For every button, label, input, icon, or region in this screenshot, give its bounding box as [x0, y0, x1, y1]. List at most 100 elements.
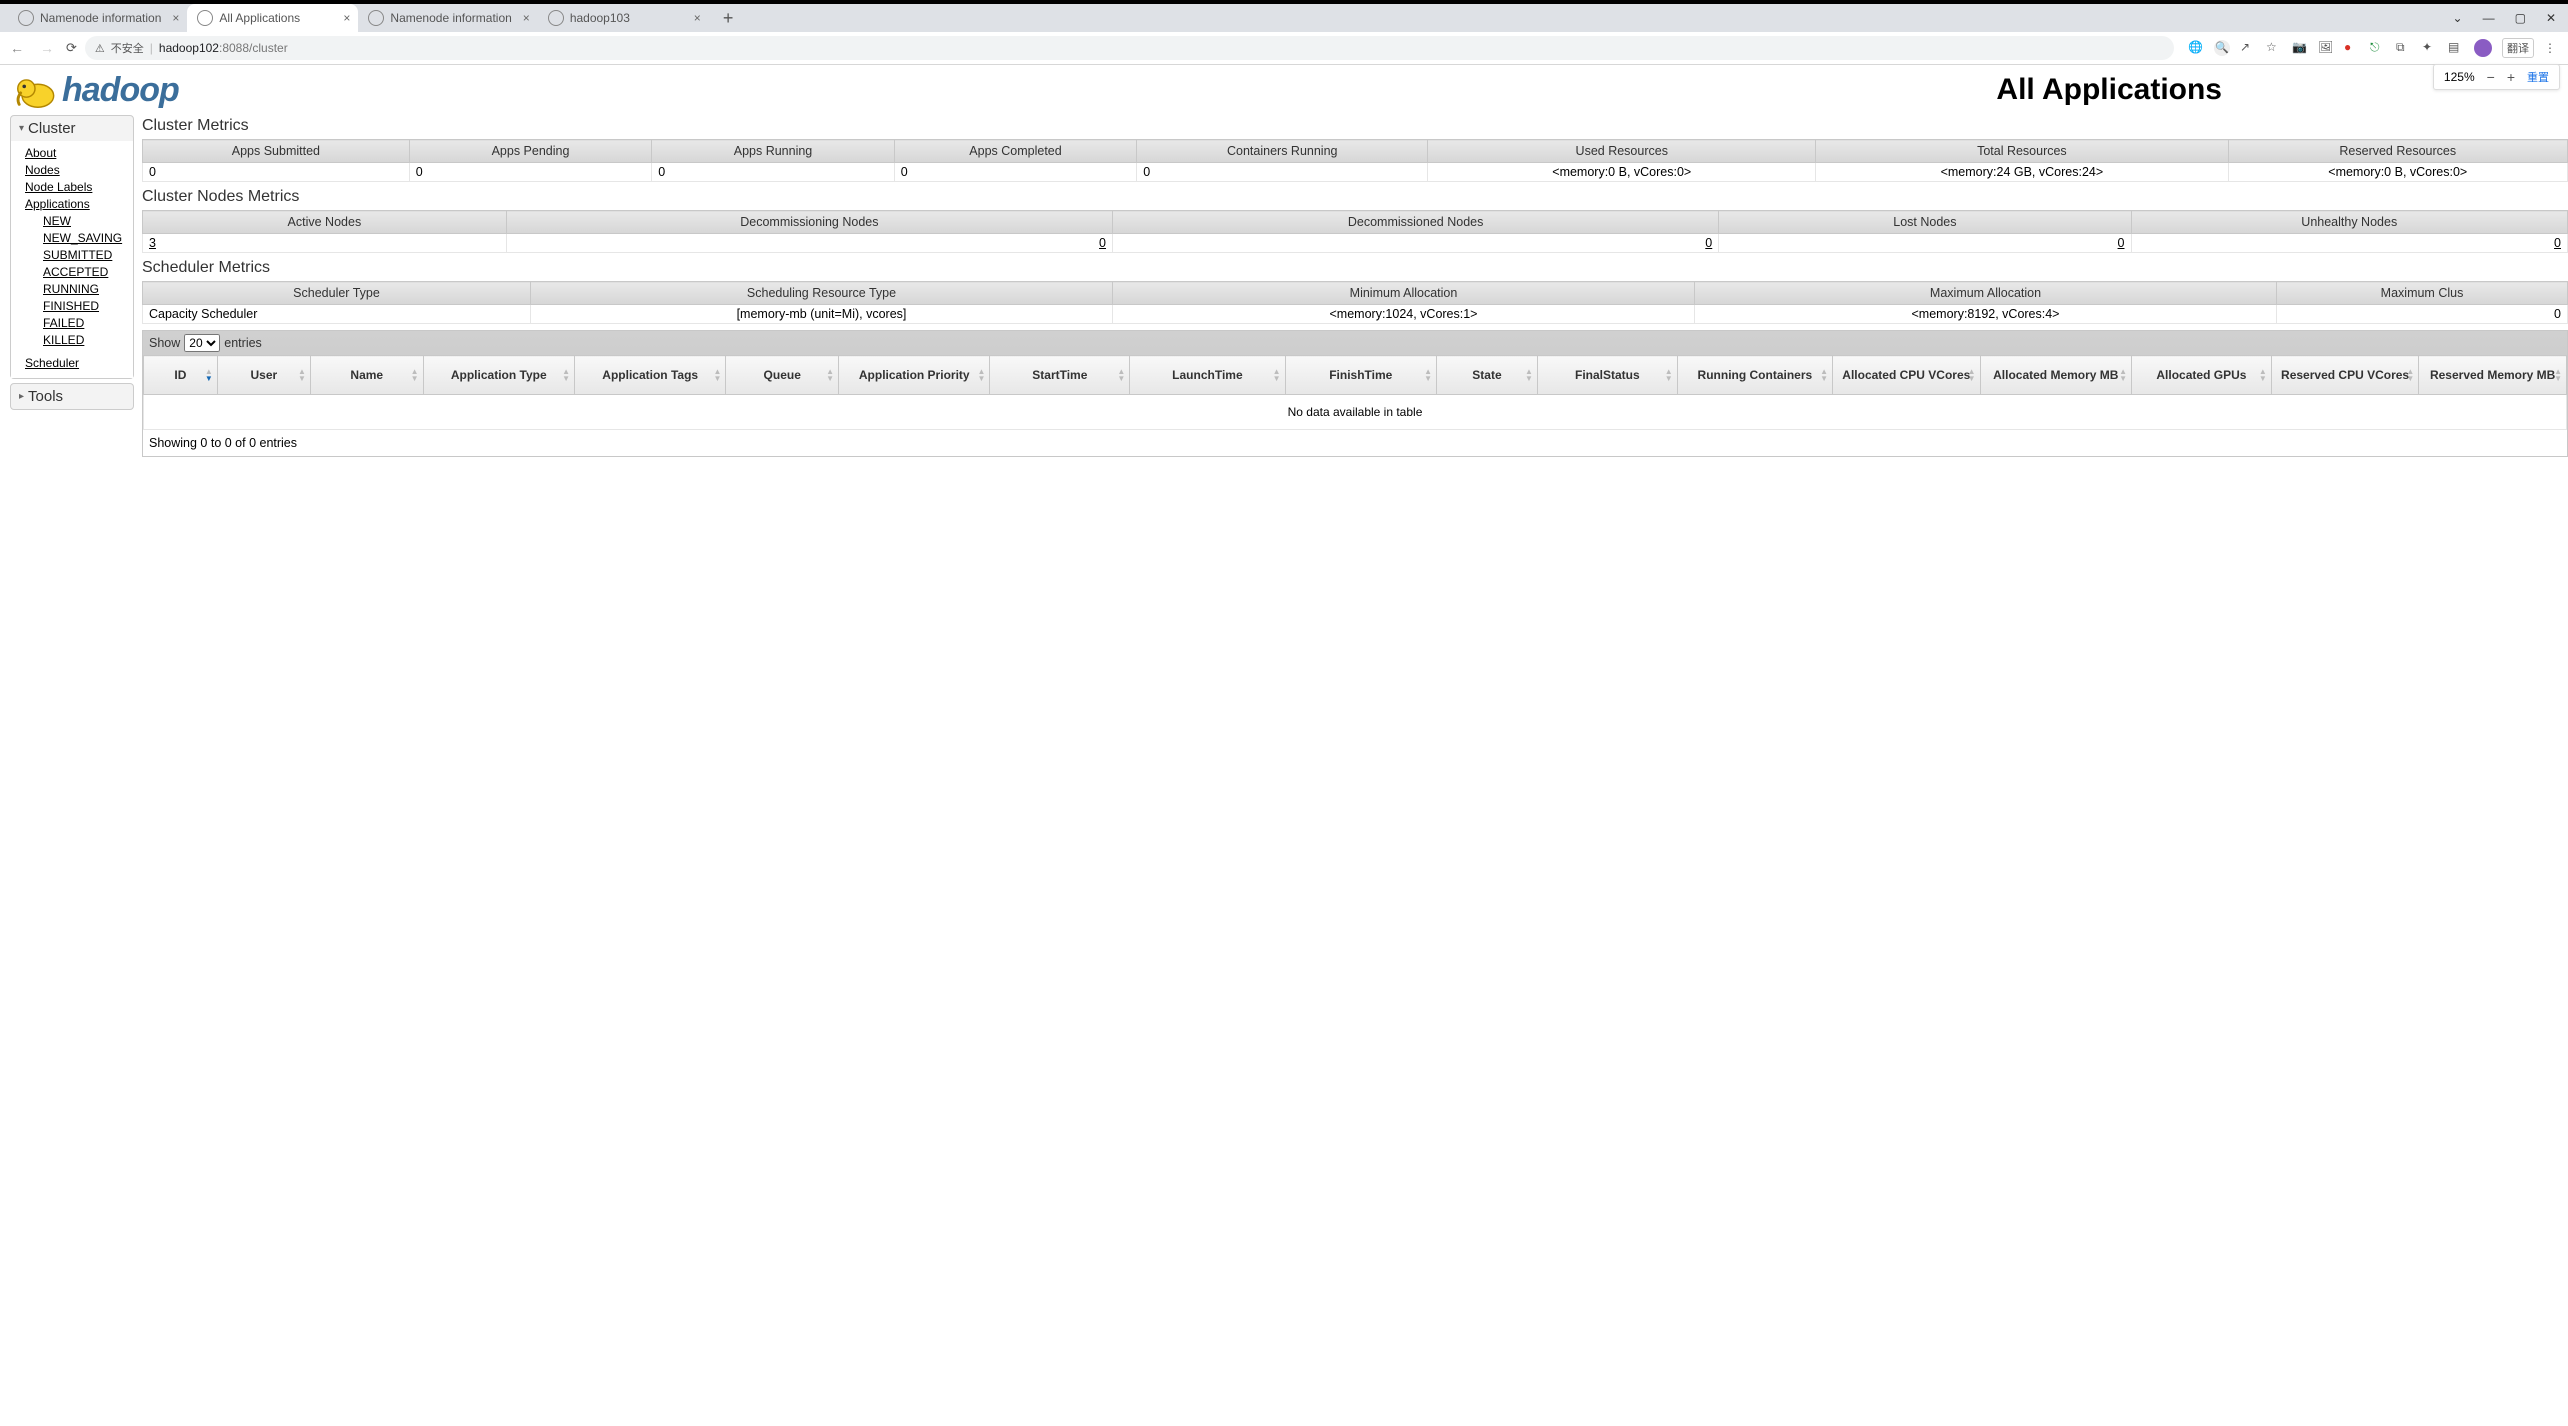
url-rest: :8088/cluster [219, 41, 288, 55]
th-alloc-gpus[interactable]: Allocated GPUs▲▼ [2132, 356, 2272, 395]
th-max-alloc[interactable]: Maximum Allocation [1695, 282, 2277, 305]
window-more-icon[interactable]: ⌄ [2453, 11, 2463, 25]
address-bar[interactable]: ⚠ 不安全 | hadoop102:8088/cluster [85, 36, 2174, 60]
th-alloc-cpu[interactable]: Allocated CPU VCores▲▼ [1833, 356, 1981, 395]
camera-icon[interactable]: 📷 [2292, 40, 2308, 56]
th-total-resources[interactable]: Total Resources [1816, 140, 2228, 163]
sidebar-state-killed[interactable]: KILLED [43, 333, 84, 347]
cell-decommissioned[interactable]: 0 [1113, 234, 1719, 253]
profile-avatar[interactable] [2474, 39, 2492, 57]
panel-header-cluster[interactable]: ▾ Cluster [11, 116, 133, 141]
th-used-resources[interactable]: Used Resources [1428, 140, 1816, 163]
th-user[interactable]: User▲▼ [217, 356, 310, 395]
globe-icon [197, 10, 213, 26]
translate-chip[interactable]: 翻译 [2502, 38, 2534, 58]
th-state[interactable]: State▲▼ [1436, 356, 1537, 395]
th-containers-running[interactable]: Containers Running [1137, 140, 1428, 163]
tab-hadoop103[interactable]: hadoop103 × [538, 4, 709, 32]
th-res-mem[interactable]: Reserved Memory MB▲▼ [2419, 356, 2567, 395]
new-tab-button[interactable]: + [715, 8, 742, 29]
th-reserved-resources[interactable]: Reserved Resources [2228, 140, 2568, 163]
zoom-reset-button[interactable]: 重置 [2527, 69, 2549, 85]
window-minimize-icon[interactable]: — [2483, 11, 2495, 25]
zoom-in-button[interactable]: + [2507, 69, 2515, 85]
cell-apps-pending: 0 [409, 163, 652, 182]
zoom-out-button[interactable]: − [2487, 69, 2495, 85]
th-app-tags[interactable]: Application Tags▲▼ [574, 356, 725, 395]
sidebar-state-new[interactable]: NEW [43, 214, 71, 228]
sidebar-link-scheduler[interactable]: Scheduler [25, 356, 79, 370]
cell-decommissioning[interactable]: 0 [506, 234, 1112, 253]
cell-unhealthy-nodes[interactable]: 0 [2131, 234, 2568, 253]
th-apps-submitted[interactable]: Apps Submitted [143, 140, 410, 163]
th-apps-completed[interactable]: Apps Completed [894, 140, 1137, 163]
th-finish-time[interactable]: FinishTime▲▼ [1285, 356, 1436, 395]
th-decommissioned[interactable]: Decommissioned Nodes [1113, 211, 1719, 234]
th-app-priority[interactable]: Application Priority▲▼ [839, 356, 990, 395]
image-icon[interactable]: 🖼 [2318, 40, 2334, 56]
back-button[interactable]: ← [6, 40, 28, 56]
close-icon[interactable]: × [343, 11, 350, 25]
th-queue[interactable]: Queue▲▼ [726, 356, 839, 395]
share-icon[interactable]: ↗ [2240, 40, 2256, 56]
th-resource-type[interactable]: Scheduling Resource Type [531, 282, 1113, 305]
extensions-icon[interactable]: ✦ [2422, 40, 2438, 56]
sidebar-state-new-saving[interactable]: NEW_SAVING [43, 231, 122, 245]
elephant-icon [12, 67, 58, 113]
menu-icon[interactable]: ⋮ [2544, 41, 2556, 55]
th-apps-pending[interactable]: Apps Pending [409, 140, 652, 163]
sidebar-state-finished[interactable]: FINISHED [43, 299, 99, 313]
th-unhealthy-nodes[interactable]: Unhealthy Nodes [2131, 211, 2568, 234]
cell-lost-nodes[interactable]: 0 [1719, 234, 2131, 253]
sidebar-state-running[interactable]: RUNNING [43, 282, 99, 296]
cell-active-nodes[interactable]: 3 [143, 234, 507, 253]
window-close-icon[interactable]: ✕ [2546, 11, 2556, 25]
sidebar-link-node-labels[interactable]: Node Labels [25, 180, 92, 194]
tab-all-applications[interactable]: All Applications × [187, 4, 358, 32]
sidebar: ▾ Cluster About Nodes Node Labels Applic… [10, 115, 134, 414]
reload-button[interactable]: ⟳ [66, 40, 77, 56]
th-app-type[interactable]: Application Type▲▼ [423, 356, 574, 395]
sidebar-state-submitted[interactable]: SUBMITTED [43, 248, 112, 262]
th-res-cpu[interactable]: Reserved CPU VCores▲▼ [2271, 356, 2419, 395]
th-decommissioning[interactable]: Decommissioning Nodes [506, 211, 1112, 234]
sidebar-link-about[interactable]: About [25, 146, 56, 160]
th-active-nodes[interactable]: Active Nodes [143, 211, 507, 234]
forward-button[interactable]: → [36, 40, 58, 56]
th-launch-time[interactable]: LaunchTime▲▼ [1130, 356, 1285, 395]
th-max-cluster[interactable]: Maximum Clus [2277, 282, 2568, 305]
leaf-icon[interactable]: ⎋ [2370, 40, 2386, 56]
th-scheduler-type[interactable]: Scheduler Type [143, 282, 531, 305]
sidebar-state-accepted[interactable]: ACCEPTED [43, 265, 108, 279]
search-icon[interactable]: 🔍 [2214, 40, 2230, 56]
copy-icon[interactable]: ⧉ [2396, 40, 2412, 56]
sidebar-state-failed[interactable]: FAILED [43, 316, 84, 330]
hadoop-logo[interactable]: hadoop [0, 67, 179, 113]
close-icon[interactable]: × [694, 11, 701, 25]
th-lost-nodes[interactable]: Lost Nodes [1719, 211, 2131, 234]
th-running-containers[interactable]: Running Containers▲▼ [1677, 356, 1832, 395]
th-alloc-mem[interactable]: Allocated Memory MB▲▼ [1980, 356, 2131, 395]
table-nodes-metrics: Active Nodes Decommissioning Nodes Decom… [142, 210, 2568, 253]
window-maximize-icon[interactable]: ▢ [2515, 11, 2526, 25]
sidebar-link-applications[interactable]: Applications [25, 197, 90, 211]
table-row: Capacity Scheduler [memory-mb (unit=Mi),… [143, 305, 2568, 324]
th-id[interactable]: ID▲▼ [144, 356, 218, 395]
star-icon[interactable]: ☆ [2266, 40, 2282, 56]
th-name[interactable]: Name▲▼ [310, 356, 423, 395]
tab-namenode-info-1[interactable]: Namenode information × [8, 4, 187, 32]
translate-icon[interactable]: 🌐 [2188, 40, 2204, 56]
th-apps-running[interactable]: Apps Running [652, 140, 895, 163]
panel-header-tools[interactable]: ▸ Tools [11, 384, 133, 409]
th-start-time[interactable]: StartTime▲▼ [990, 356, 1130, 395]
th-final-status[interactable]: FinalStatus▲▼ [1537, 356, 1677, 395]
entries-select[interactable]: 20 [184, 334, 220, 352]
close-icon[interactable]: × [523, 11, 530, 25]
th-min-alloc[interactable]: Minimum Allocation [1113, 282, 1695, 305]
tab-namenode-info-2[interactable]: Namenode information × [358, 4, 537, 32]
record-icon[interactable]: ● [2344, 40, 2360, 56]
close-icon[interactable]: × [172, 11, 179, 25]
sidebar-link-nodes[interactable]: Nodes [25, 163, 60, 177]
browser-chrome: Namenode information × All Applications … [0, 0, 2568, 65]
sidepanel-icon[interactable]: ▤ [2448, 40, 2464, 56]
